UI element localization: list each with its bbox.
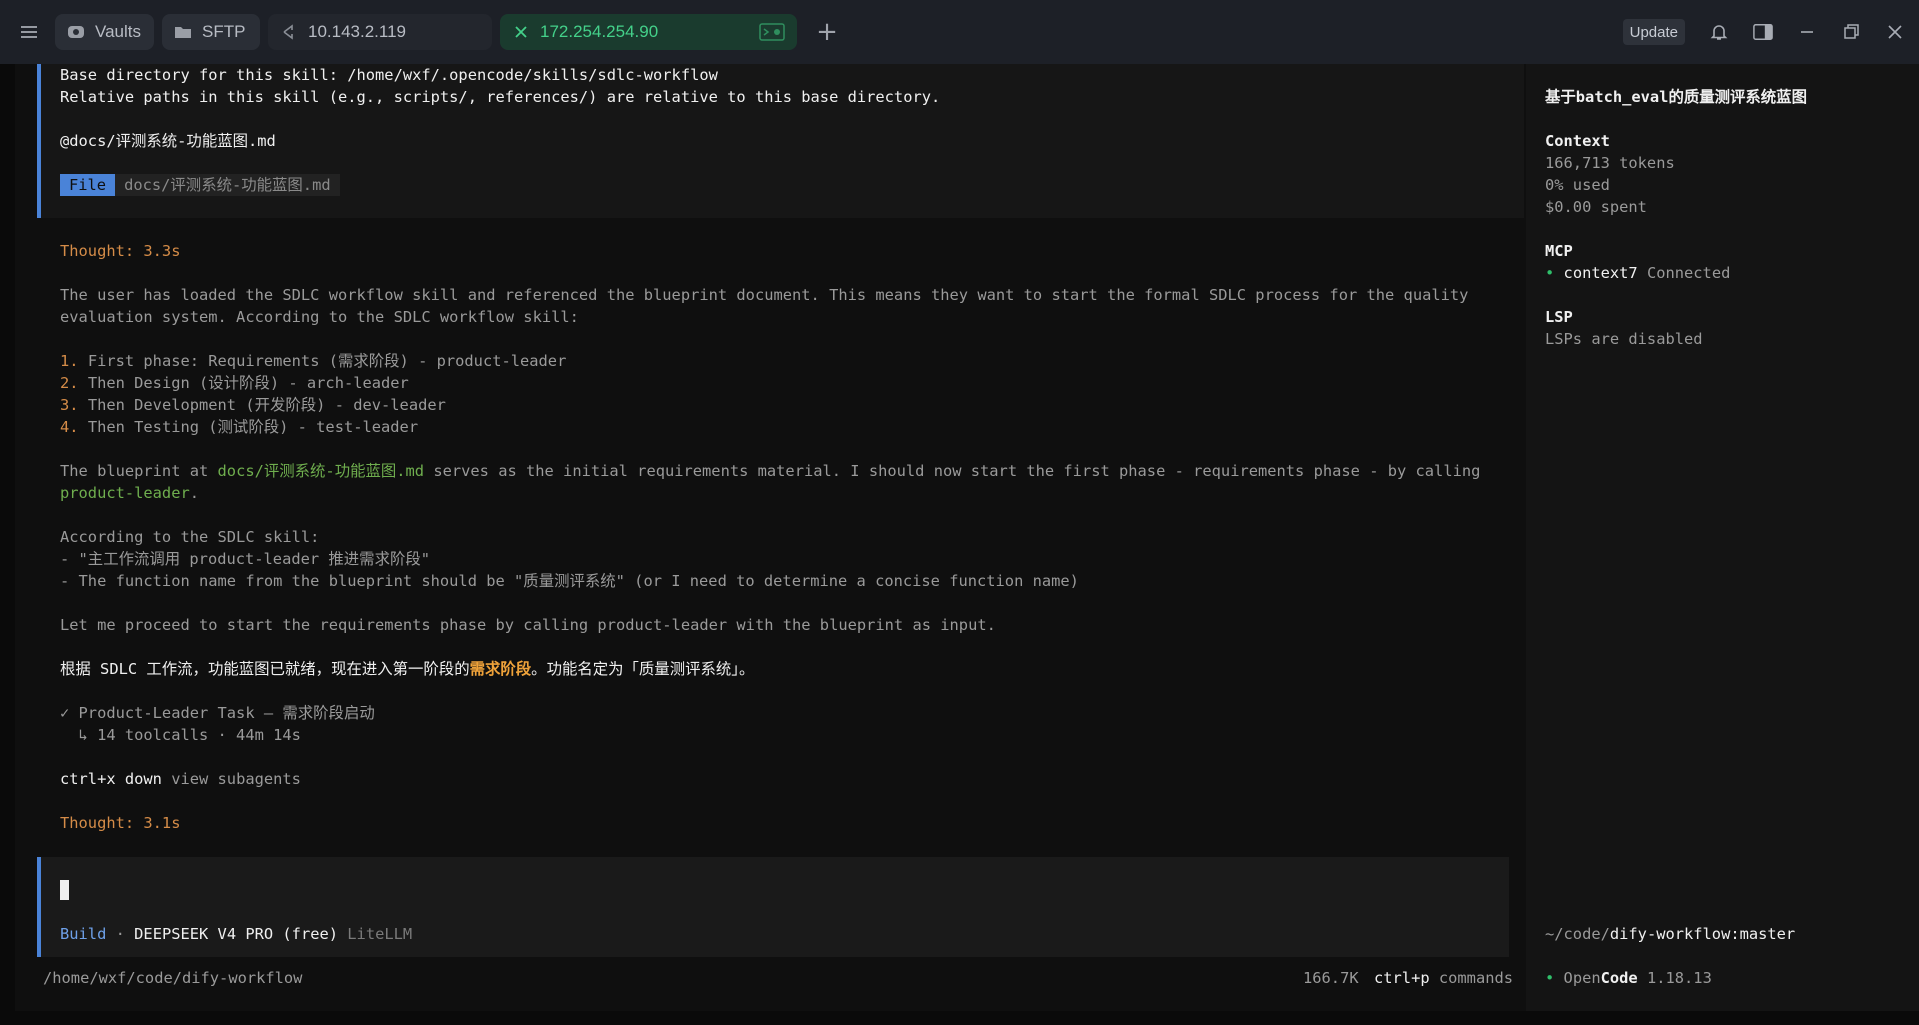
- folder-icon: [174, 23, 192, 41]
- file-attachment[interactable]: File docs/评测系统-功能蓝图.md: [60, 174, 340, 196]
- subagent-task-stats: ↳ 14 toolcalls · 44m 14s: [60, 726, 301, 744]
- lsp-heading: LSP: [1545, 308, 1573, 326]
- close-icon[interactable]: [512, 23, 530, 41]
- update-button[interactable]: Update: [1622, 19, 1685, 45]
- tab-label: 10.143.2.119: [308, 22, 406, 41]
- tab-vaults[interactable]: Vaults: [55, 14, 154, 50]
- restore-icon: [1844, 24, 1859, 39]
- keybind-hint: ctrl+x down view subagents: [60, 770, 301, 788]
- list-item: 1. First phase: Requirements (需求阶段) - pr…: [60, 352, 567, 370]
- file-path: docs/评测系统-功能蓝图.md: [115, 174, 340, 196]
- sidebar-icon: [1753, 24, 1773, 40]
- close-icon: [1888, 25, 1902, 39]
- reasoning-text: Let me proceed to start the requirements…: [60, 616, 996, 634]
- context-heading: Context: [1545, 132, 1610, 150]
- working-directory: /home/wxf/code/dify-workflow: [43, 969, 303, 987]
- list-item: 3. Then Development (开发阶段) - dev-leader: [60, 396, 446, 414]
- host-icon: [280, 23, 298, 41]
- reasoning-text: evaluation system. According to the SDLC…: [60, 308, 579, 326]
- minimize-button[interactable]: [1785, 0, 1829, 64]
- reasoning-text: The user has loaded the SDLC workflow sk…: [60, 286, 1469, 304]
- model-indicator[interactable]: Build · DEEPSEEK V4 PRO (free) LiteLLM: [60, 923, 412, 945]
- tab-host-172-254-254-90[interactable]: 172.254.254.90: [500, 14, 797, 50]
- terminal-icon: [759, 23, 785, 41]
- app-version: • OpenCode 1.18.13: [1545, 969, 1712, 987]
- commands-hint[interactable]: ctrl+p commands: [1374, 967, 1513, 989]
- notifications-button[interactable]: [1697, 0, 1741, 64]
- list-item: 4. Then Testing (测试阶段) - test-leader: [60, 418, 419, 436]
- tab-label: Vaults: [95, 22, 141, 41]
- tab-sftp[interactable]: SFTP: [162, 14, 260, 50]
- subagent-task[interactable]: ✓ Product-Leader Task — 需求阶段启动: [60, 702, 375, 724]
- text-cursor: [60, 880, 69, 900]
- list-item: 2. Then Design (设计阶段) - arch-leader: [60, 374, 409, 392]
- skill-relative-paths: Relative paths in this skill (e.g., scri…: [60, 88, 941, 106]
- thought-duration: Thought: 3.3s: [60, 242, 181, 260]
- restore-button[interactable]: [1829, 0, 1873, 64]
- mcp-heading: MCP: [1545, 242, 1573, 260]
- tab-label: 172.254.254.90: [540, 22, 659, 41]
- thought-duration: Thought: 3.1s: [60, 814, 181, 832]
- bell-icon: [1710, 25, 1728, 40]
- token-count: 166.7K: [1303, 969, 1359, 987]
- agent-link[interactable]: product-leader: [60, 484, 190, 502]
- add-tab-button[interactable]: +: [805, 14, 849, 50]
- toggle-sidebar-button[interactable]: [1741, 0, 1785, 64]
- title-bar: Vaults SFTP 10.143.2.119 172.254.254.90 …: [0, 0, 1919, 64]
- skill-base-dir: Base directory for this skill: /home/wxf…: [60, 66, 718, 84]
- minimize-icon: [1801, 31, 1813, 33]
- vault-icon: [67, 23, 85, 41]
- status-dot-icon: •: [1545, 969, 1564, 987]
- reasoning-text: product-leader.: [60, 484, 200, 502]
- status-dot-icon: •: [1545, 264, 1564, 282]
- window-bottom-edge: [0, 1011, 1919, 1025]
- mcp-server: • context7 Connected: [1545, 264, 1731, 282]
- menu-button[interactable]: [0, 0, 58, 64]
- close-window-button[interactable]: [1873, 0, 1917, 64]
- plus-icon: +: [816, 17, 838, 47]
- file-link[interactable]: docs/评测系统-功能蓝图.md: [218, 462, 425, 480]
- context-tokens: 166,713 tokens: [1545, 154, 1675, 172]
- context-spent: $0.00 spent: [1545, 198, 1647, 216]
- hamburger-icon: [21, 26, 37, 38]
- lsp-status: LSPs are disabled: [1545, 330, 1703, 348]
- session-title: 基于batch_eval的质量测评系统蓝图: [1545, 88, 1807, 106]
- assistant-reply: 根据 SDLC 工作流，功能蓝图已就绪，现在进入第一阶段的需求阶段。功能名定为「…: [60, 660, 755, 678]
- file-mention: @docs/评测系统-功能蓝图.md: [60, 132, 276, 150]
- reasoning-text: - "主工作流调用 product-leader 推进需求阶段": [60, 550, 431, 568]
- reasoning-text: The blueprint at docs/评测系统-功能蓝图.md serve…: [60, 462, 1481, 480]
- tab-label: SFTP: [202, 22, 246, 41]
- reasoning-text: - The function name from the blueprint s…: [60, 572, 1079, 590]
- repo-branch: ~/code/dify-workflow:master: [1545, 925, 1796, 943]
- tab-host-10-143-2-119[interactable]: 10.143.2.119: [268, 14, 492, 50]
- reasoning-text: According to the SDLC skill:: [60, 528, 320, 546]
- file-tag: File: [60, 174, 116, 196]
- context-used: 0% used: [1545, 176, 1610, 194]
